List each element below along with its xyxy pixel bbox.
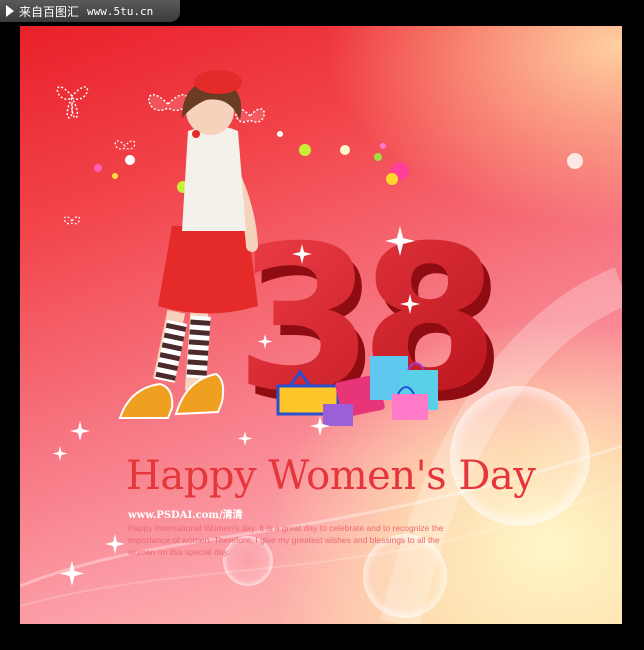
shopping-bag [392, 394, 428, 420]
sneaker [118, 382, 174, 419]
gift-box [323, 404, 353, 426]
confetti-dot [277, 131, 283, 137]
confetti-dot [340, 145, 350, 155]
red-beret [194, 70, 242, 94]
poster-credit: www.PSDAI.com/清清 [128, 510, 243, 521]
butterfly-icon [114, 140, 136, 150]
sneaker [174, 372, 225, 416]
butterfly-icon [56, 86, 89, 119]
sparkle-icon [52, 446, 68, 461]
womens-day-poster: 38 38 Happy Women's Day www.PSDAI.com/清清… [20, 26, 622, 624]
sparkle-icon [105, 534, 125, 554]
butterfly-icon [63, 215, 81, 225]
white-top [182, 126, 246, 231]
confetti-dot [125, 155, 135, 165]
butterfly-icon [148, 93, 189, 111]
red-skirt [158, 226, 258, 314]
confetti-dot [380, 143, 386, 149]
watermark-site: www.5tu.cn [87, 4, 154, 18]
confetti-dot [94, 164, 102, 172]
poster-body-text: Happy International Women's day. It is a… [128, 523, 444, 557]
play-icon [6, 5, 14, 17]
poster-title: Happy Women's Day [126, 453, 536, 499]
watermark-label: 来自百图汇 [19, 4, 80, 19]
confetti-dot [386, 173, 398, 185]
watermark-bar: 来自百图汇 www.5tu.cn [0, 0, 180, 22]
sparkle-dot [567, 153, 583, 169]
sparkle-icon [70, 421, 90, 441]
confetti-dot [112, 173, 118, 179]
confetti-dot [299, 144, 311, 156]
confetti-dot [374, 153, 382, 161]
